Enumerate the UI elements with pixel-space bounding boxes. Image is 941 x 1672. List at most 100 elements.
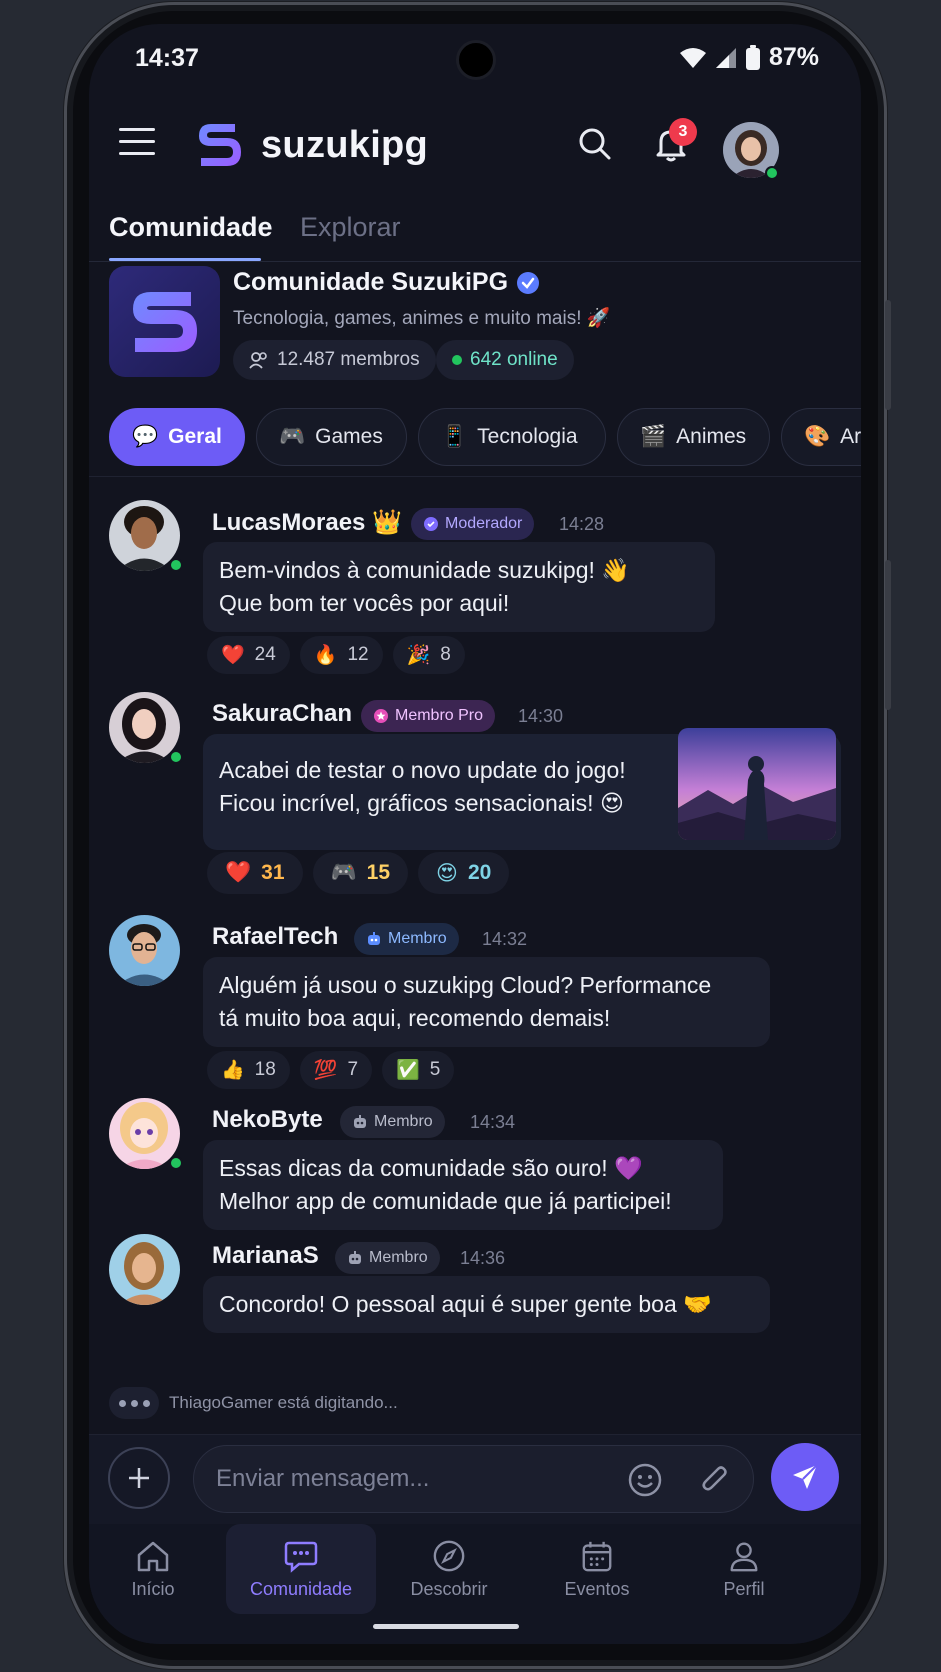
- nav-perfil[interactable]: Perfil: [669, 1524, 819, 1614]
- channel-chips: 💬 Geral 🎮 Games 📱 Tecnologia 🎬 Animes 🎨 Arte: [109, 408, 861, 468]
- chip-geral[interactable]: 💬 Geral: [109, 408, 245, 466]
- nav-comunidade[interactable]: Comunidade: [226, 1524, 376, 1614]
- add-button[interactable]: [108, 1447, 170, 1509]
- message-input[interactable]: [216, 1456, 596, 1502]
- nav-label: Eventos: [564, 1578, 630, 1599]
- heart-icon: ❤️: [225, 861, 252, 884]
- robot-icon: [368, 932, 380, 945]
- chip-tecnologia[interactable]: 📱 Tecnologia: [418, 408, 606, 466]
- message-line: Bem-vindos à comunidade suzukipg! 👋: [219, 557, 630, 583]
- reaction-chip[interactable]: 😍 20: [418, 852, 510, 894]
- message-time: 14:36: [460, 1248, 506, 1268]
- message-line: Alguém já usou o suzukipg Cloud? Perform…: [219, 972, 712, 998]
- reaction-chip[interactable]: ❤️ 24: [207, 636, 290, 674]
- message-line: Concordo! O pessoal aqui é super gente b…: [219, 1291, 712, 1317]
- notification-badge: 3: [669, 118, 697, 146]
- online-count: 642 online: [470, 349, 558, 370]
- user-icon: [730, 1542, 758, 1571]
- app-header: suzukipg 3: [89, 110, 861, 190]
- role-badge: Moderador: [411, 508, 535, 540]
- attachment-icon[interactable]: [699, 1462, 731, 1498]
- reaction-chip[interactable]: 💯 7: [299, 1051, 373, 1089]
- message-bubble: Essas dicas da comunidade são ouro! 💜 Me…: [203, 1140, 723, 1230]
- volume-button: [885, 300, 891, 410]
- power-button: [885, 560, 891, 710]
- reactions: ❤️ 31 🎮 15 😍 20: [207, 852, 510, 894]
- check-icon: ✅: [396, 1060, 420, 1081]
- fire-icon: 🔥: [313, 645, 338, 666]
- reaction-chip[interactable]: 🔥 12: [299, 636, 383, 674]
- send-icon: [793, 1464, 818, 1489]
- signal-icon: [715, 47, 736, 68]
- tab-bar: Comunidade Explorar: [89, 204, 861, 262]
- reaction-chip[interactable]: ❤️ 31: [207, 852, 303, 894]
- reaction-chip[interactable]: ✅ 5: [382, 1051, 455, 1089]
- chip-label: Games: [315, 425, 383, 448]
- search-icon[interactable]: [575, 124, 615, 164]
- status-time: 14:37: [135, 44, 199, 72]
- nav-inicio[interactable]: Início: [89, 1524, 228, 1614]
- message-time: 14:34: [470, 1112, 516, 1132]
- role-badge: Membro Pro: [361, 700, 496, 732]
- username: SakuraChan: [212, 700, 353, 727]
- reaction-count: 31: [261, 861, 285, 884]
- message-bubble: Bem-vindos à comunidade suzukipg! 👋 Que …: [203, 542, 715, 632]
- reaction-chip[interactable]: 🎮 15: [312, 852, 409, 894]
- reactions: ❤️ 24 🔥 12 🎉 8: [207, 636, 465, 674]
- emoji-icon[interactable]: [627, 1462, 663, 1498]
- reaction-chip[interactable]: 🎉 8: [392, 636, 465, 674]
- tab-comunidade[interactable]: Comunidade: [109, 212, 273, 243]
- thumbs-up-icon: 👍: [221, 1060, 245, 1081]
- menu-button[interactable]: [119, 128, 155, 158]
- username: LucasMoraes 👑: [212, 508, 402, 537]
- message-line: tá muito boa aqui, recomendo demais!: [219, 1005, 611, 1031]
- heart-icon: ❤️: [221, 645, 245, 666]
- nav-eventos[interactable]: Eventos: [522, 1524, 672, 1614]
- heart-eyes-icon: 😍: [436, 861, 458, 885]
- username: NekoByte: [212, 1106, 323, 1133]
- tab-active-indicator: [109, 258, 261, 261]
- robot-icon: [349, 1251, 361, 1264]
- send-button[interactable]: [771, 1443, 839, 1511]
- chip-arte[interactable]: 🎨 Arte: [781, 408, 861, 466]
- online-indicator: [169, 750, 183, 764]
- avatar[interactable]: [109, 915, 180, 986]
- menu-icon: [119, 128, 155, 131]
- palette-icon: 🎨: [804, 425, 831, 448]
- hundred-icon: 💯: [313, 1060, 338, 1081]
- plus-icon: [129, 1468, 149, 1488]
- members-pill[interactable]: 12.487 membros: [233, 340, 436, 380]
- reactions: 👍 18 💯 7 ✅ 5: [207, 1051, 455, 1089]
- message-input-wrap: [193, 1445, 754, 1513]
- avatar[interactable]: [109, 1234, 180, 1305]
- chip-animes[interactable]: 🎬 Animes: [617, 408, 770, 466]
- nav-descobrir[interactable]: Descobrir: [374, 1524, 524, 1614]
- robot-icon: [354, 1115, 366, 1128]
- divider: [89, 476, 861, 477]
- reaction-count: 24: [254, 644, 276, 665]
- gamepad-icon: 🎮: [279, 425, 306, 448]
- message-time: 14:28: [559, 514, 605, 534]
- gamepad-icon: 🎮: [330, 861, 357, 884]
- menu-icon-line: [119, 140, 155, 143]
- reaction-chip[interactable]: 👍 18: [207, 1051, 290, 1089]
- chip-label: Tecnologia: [477, 425, 578, 448]
- shared-image[interactable]: [678, 728, 836, 840]
- message-bubble: Alguém já usou o suzukipg Cloud? Perform…: [203, 957, 770, 1047]
- chip-label: Animes: [676, 425, 747, 448]
- online-indicator: [169, 558, 183, 572]
- tab-explorar[interactable]: Explorar: [300, 212, 401, 243]
- typing-dots-icon: [109, 1387, 159, 1419]
- home-indicator: [373, 1624, 519, 1629]
- calendar-icon: [582, 1541, 612, 1571]
- message-line: Essas dicas da comunidade são ouro! 💜: [219, 1155, 643, 1181]
- message-line: Melhor app de comunidade que já particip…: [219, 1188, 672, 1214]
- chip-label: Geral: [168, 425, 222, 448]
- role-label: Membro: [374, 1113, 433, 1130]
- members-count: 12.487 membros: [277, 349, 420, 370]
- online-pill[interactable]: 642 online: [436, 340, 574, 380]
- role-badge: Membro: [335, 1242, 440, 1274]
- chip-games[interactable]: 🎮 Games: [256, 408, 407, 466]
- nav-label: Início: [131, 1578, 175, 1599]
- username: RafaelTech: [212, 923, 339, 950]
